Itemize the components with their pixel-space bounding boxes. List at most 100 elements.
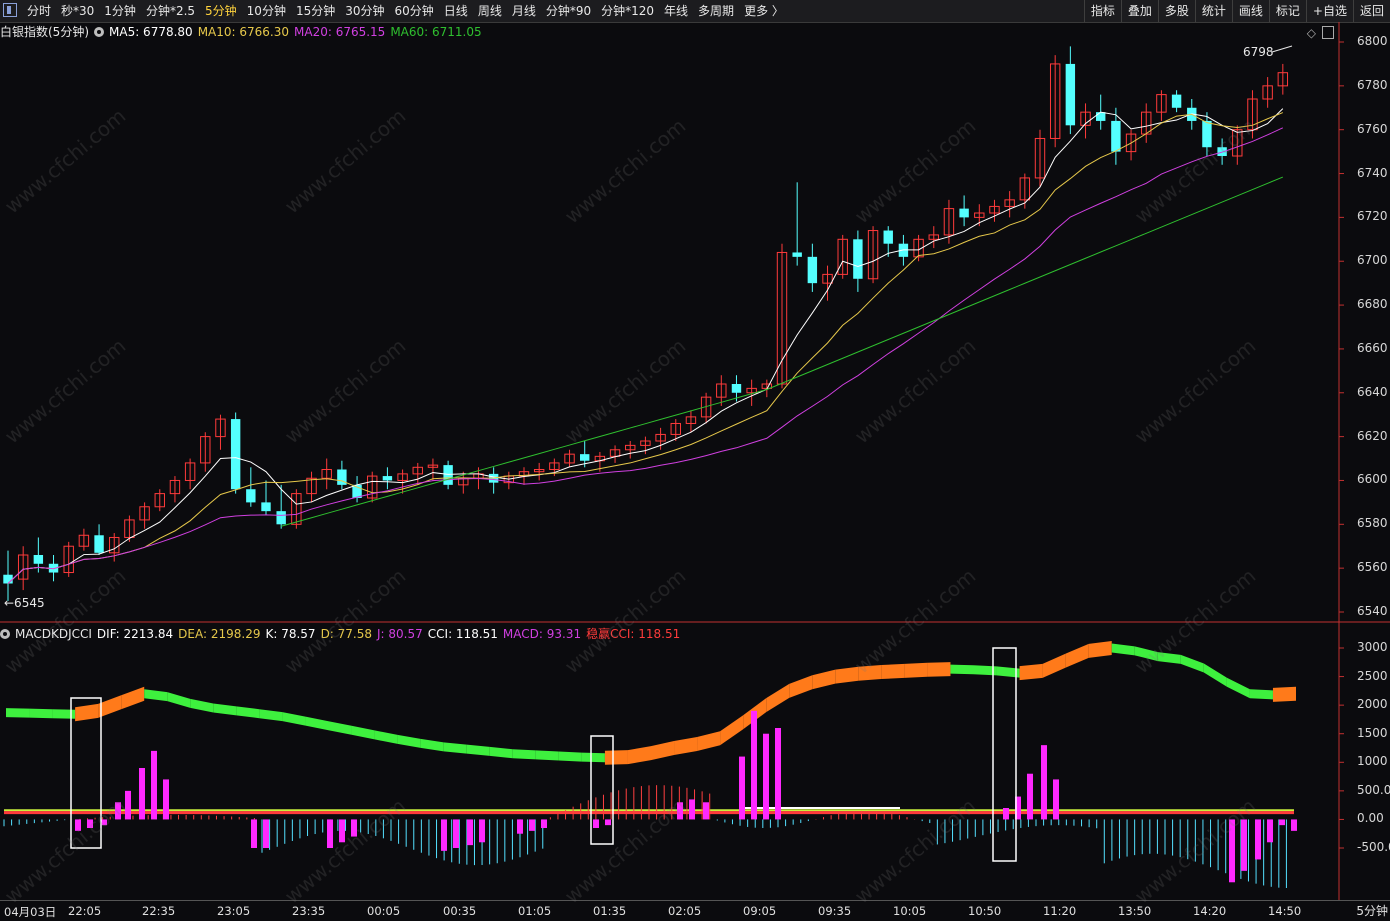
indicator-name: MACDKDJCCI bbox=[15, 627, 92, 641]
candle-body bbox=[184, 462, 196, 481]
ma5-value: MA5: 6778.80 bbox=[109, 25, 193, 39]
time-tick-label: 14:50 bbox=[1268, 904, 1302, 918]
candle-body bbox=[3, 574, 13, 584]
dif-band-segment bbox=[98, 695, 122, 718]
candle-body bbox=[230, 419, 241, 490]
period-tab[interactable]: 更多 〉 bbox=[739, 0, 789, 22]
panel-corner-icons: ◇ bbox=[1301, 26, 1334, 40]
watermark-text: www.cfchi.com bbox=[0, 563, 131, 679]
watermark-text: www.cfchi.com bbox=[560, 563, 691, 679]
candle-body bbox=[321, 469, 332, 479]
kdj-bar bbox=[739, 756, 745, 820]
candle-body bbox=[822, 273, 833, 284]
toolbar-button[interactable]: 叠加 bbox=[1120, 0, 1158, 22]
k-value: K: 78.57 bbox=[265, 627, 316, 641]
period-tab[interactable]: 月线 bbox=[507, 0, 541, 22]
time-tick-label: 14:20 bbox=[1193, 904, 1227, 918]
kdj-bar bbox=[1241, 819, 1247, 871]
ma10-value: MA10: 6766.30 bbox=[197, 25, 289, 39]
candle-body bbox=[503, 475, 515, 484]
candle-body bbox=[276, 511, 286, 525]
candle-body bbox=[700, 396, 712, 418]
dif-band-segment bbox=[558, 751, 582, 762]
watermark-text: www.cfchi.com bbox=[280, 793, 411, 909]
ma60-line bbox=[281, 176, 1284, 527]
toolbar-button[interactable]: +自选 bbox=[1305, 0, 1353, 22]
kdj-bar bbox=[441, 819, 447, 851]
dif-band-segment bbox=[535, 750, 559, 761]
period-tab[interactable]: 分时 bbox=[22, 0, 56, 22]
dif-band-segment bbox=[397, 734, 421, 748]
diamond-icon[interactable]: ◇ bbox=[1307, 26, 1316, 40]
time-tick-label: 02:05 bbox=[668, 904, 702, 918]
dif-band-segment bbox=[1157, 652, 1181, 664]
period-toolbar: 分时 秒*30 1分钟 分钟*2.5 5分钟 10分钟 15分钟 30分钟 60分钟 日线 周线 月线… bbox=[0, 0, 1390, 23]
dif-band-segment bbox=[720, 715, 744, 746]
period-tab[interactable]: 秒*30 bbox=[56, 0, 99, 22]
candle-body bbox=[215, 418, 226, 438]
dif-band-segment bbox=[236, 706, 260, 719]
watermark-text: www.cfchi.com bbox=[0, 793, 131, 909]
candle-body bbox=[63, 545, 74, 574]
period-tab[interactable]: 日线 bbox=[439, 0, 473, 22]
candle-body bbox=[807, 256, 818, 284]
period-tab[interactable]: 30分钟 bbox=[340, 0, 389, 22]
period-tab[interactable]: 分钟*120 bbox=[596, 0, 659, 22]
candle-body bbox=[640, 440, 651, 446]
dif-band-segment bbox=[443, 742, 467, 754]
kdj-bar bbox=[163, 779, 169, 820]
candle-body bbox=[853, 239, 863, 279]
high-price-marker: 6798 bbox=[1243, 45, 1274, 59]
period-tab[interactable]: 分钟*2.5 bbox=[141, 0, 200, 22]
period-tab[interactable]: 10分钟 bbox=[242, 0, 291, 22]
candle-body bbox=[837, 238, 848, 275]
kdj-bar bbox=[593, 819, 599, 828]
candle-body bbox=[382, 476, 393, 481]
toolbar-button[interactable]: 标记 bbox=[1268, 0, 1306, 22]
dif-band-segment bbox=[420, 738, 444, 752]
candle-body bbox=[564, 453, 575, 464]
toolbar-button[interactable]: 返回 bbox=[1352, 0, 1390, 22]
cci-value: CCI: 118.51 bbox=[427, 627, 498, 641]
dif-band-segment bbox=[581, 752, 605, 763]
candle-body bbox=[246, 489, 256, 503]
dif-band-segment bbox=[1272, 686, 1296, 702]
period-tab[interactable]: 多周期 bbox=[693, 0, 739, 22]
dea-value: DEA: 2198.29 bbox=[178, 627, 261, 641]
toolbar-button[interactable]: 画线 bbox=[1231, 0, 1269, 22]
price-tick-label: 6760 bbox=[1357, 121, 1388, 136]
settings-gear-icon[interactable] bbox=[94, 27, 104, 37]
indicator-gear-icon[interactable] bbox=[0, 629, 10, 639]
high-marker-arrow bbox=[1271, 45, 1293, 53]
toolbar-button[interactable]: 多股 bbox=[1157, 0, 1195, 22]
toolbar-button[interactable]: 指标 bbox=[1083, 0, 1121, 22]
period-tab[interactable]: 1分钟 bbox=[99, 0, 141, 22]
chart-canvas[interactable]: 6798 ←6545 bbox=[0, 0, 1390, 920]
period-tab[interactable]: 年线 bbox=[659, 0, 693, 22]
indicator-info-line: MACDKDJCCI DIF: 2213.84 DEA: 2198.29 K: 78.… bbox=[0, 625, 685, 643]
dif-band-segment bbox=[1134, 646, 1158, 662]
price-tick-label: 6660 bbox=[1357, 340, 1388, 355]
time-tick-label: 00:35 bbox=[443, 904, 477, 918]
kdj-bar bbox=[339, 819, 345, 843]
period-tab[interactable]: 15分钟 bbox=[291, 0, 340, 22]
period-tab[interactable]: 周线 bbox=[473, 0, 507, 22]
kdj-bar bbox=[1229, 819, 1235, 883]
kdj-bar bbox=[1053, 779, 1059, 820]
candle-body bbox=[716, 383, 727, 398]
candle-body bbox=[367, 475, 378, 499]
toolbar-button[interactable]: 统计 bbox=[1194, 0, 1232, 22]
candle-body bbox=[792, 252, 802, 257]
candle-body bbox=[1171, 94, 1182, 108]
period-tab[interactable]: 分钟*90 bbox=[541, 0, 596, 22]
candle-body bbox=[776, 251, 788, 385]
period-tab[interactable]: 5分钟 bbox=[200, 0, 242, 22]
app-logo-icon[interactable] bbox=[3, 3, 17, 17]
dif-band-segment bbox=[881, 663, 905, 679]
price-tick-label: 6780 bbox=[1357, 77, 1388, 92]
period-tab[interactable]: 60分钟 bbox=[390, 0, 439, 22]
price-tick-label: 6720 bbox=[1357, 209, 1388, 224]
candle-body bbox=[959, 208, 969, 218]
maximize-icon[interactable] bbox=[1322, 26, 1334, 39]
kdj-bar bbox=[1041, 745, 1047, 820]
